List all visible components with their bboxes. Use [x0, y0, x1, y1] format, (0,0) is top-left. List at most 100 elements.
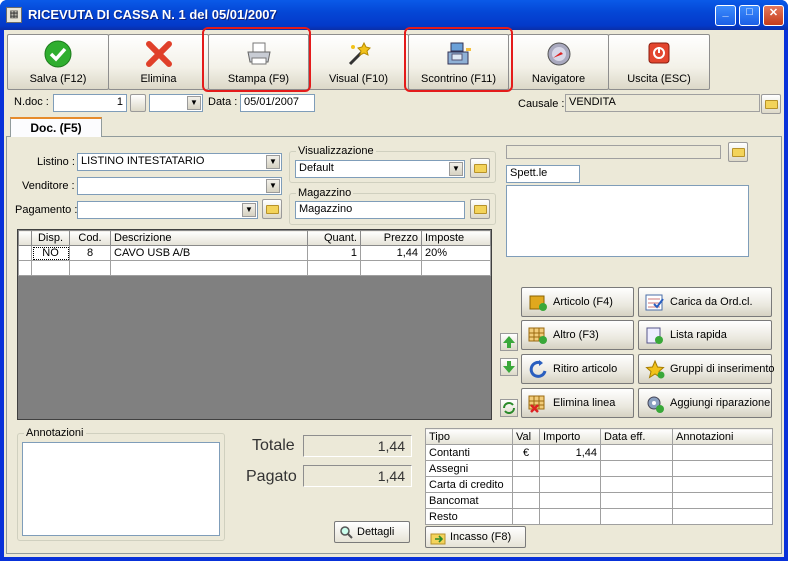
ndoc-input[interactable]: 1 — [53, 94, 127, 112]
add-other-button[interactable]: Altro (F3) — [521, 320, 634, 350]
close-button[interactable]: ✕ — [763, 5, 784, 26]
column-header[interactable]: Descrizione — [110, 230, 308, 246]
save-label: Salva (F12) — [29, 73, 87, 85]
column-header[interactable]: Prezzo — [360, 230, 422, 246]
cell-descrizione[interactable]: CAVO USB A/B — [110, 245, 308, 261]
payment-date[interactable] — [600, 444, 673, 461]
payment-notes[interactable] — [672, 508, 773, 525]
ndoc-series-select[interactable]: ▼ — [149, 94, 203, 112]
payment-date[interactable] — [600, 492, 673, 509]
column-header[interactable]: Data eff. — [600, 428, 673, 445]
incasso-label: Incasso (F8) — [450, 531, 512, 543]
load-order-button[interactable]: Carica da Ord.cl. — [638, 287, 772, 317]
cell-empty[interactable] — [110, 260, 308, 276]
payment-amount[interactable] — [539, 508, 601, 525]
payment-row[interactable]: Carta di credito — [425, 476, 773, 493]
column-header[interactable]: Cod. — [69, 230, 111, 246]
customer-browse-button[interactable] — [728, 142, 748, 162]
cell-empty[interactable] — [360, 260, 422, 276]
visualizzazione-select[interactable]: Default ▼ — [295, 160, 465, 178]
column-header[interactable]: Val — [512, 428, 540, 445]
navigator-button[interactable]: Navigatore — [508, 34, 609, 90]
tab-doc[interactable]: Doc. (F5) — [10, 117, 102, 137]
pagamento-select[interactable]: ▼ — [77, 201, 258, 219]
payment-notes[interactable] — [672, 492, 773, 509]
annotations-textarea[interactable] — [22, 442, 220, 536]
column-header[interactable]: Imposte — [421, 230, 491, 246]
table-row-empty[interactable] — [18, 260, 491, 276]
cell-disp[interactable]: NO — [31, 245, 70, 261]
minimize-button[interactable]: _ — [715, 5, 736, 26]
add-article-button[interactable]: Articolo (F4) — [521, 287, 634, 317]
customer-address-textarea[interactable] — [506, 185, 749, 257]
payment-row[interactable]: Assegni — [425, 460, 773, 477]
payment-currency[interactable]: € — [512, 444, 540, 461]
cell-empty[interactable] — [307, 260, 361, 276]
items-grid[interactable]: Disp. Cod. Descrizione Quant. Prezzo Imp… — [17, 229, 492, 420]
payment-date[interactable] — [600, 476, 673, 493]
return-article-button[interactable]: Ritiro articolo — [521, 354, 634, 384]
exit-button[interactable]: Uscita (ESC) — [608, 34, 710, 90]
payment-currency[interactable] — [512, 476, 540, 493]
maximize-button[interactable]: □ — [739, 5, 760, 26]
payment-notes[interactable] — [672, 444, 773, 461]
cell-prezzo[interactable]: 1,44 — [360, 245, 422, 261]
column-header[interactable]: Annotazioni — [672, 428, 773, 445]
delete-label: Elimina — [140, 73, 177, 85]
payment-date[interactable] — [600, 460, 673, 477]
cell-empty[interactable] — [69, 260, 111, 276]
move-up-button[interactable] — [500, 333, 518, 351]
delete-line-button[interactable]: Elimina linea — [521, 388, 634, 418]
payment-notes[interactable] — [672, 476, 773, 493]
payment-amount[interactable] — [539, 476, 601, 493]
delete-button[interactable]: Elimina — [108, 34, 209, 90]
insert-groups-button[interactable]: Gruppi di inserimento — [638, 354, 775, 384]
payment-amount[interactable] — [539, 492, 601, 509]
payment-row[interactable]: Bancomat — [425, 492, 773, 509]
magazzino-browse-button[interactable] — [470, 199, 490, 219]
pagamento-browse-button[interactable] — [262, 199, 282, 219]
column-header[interactable]: Quant. — [307, 230, 361, 246]
causale-browse-button[interactable] — [761, 94, 781, 114]
payment-amount[interactable]: 1,44 — [539, 444, 601, 461]
venditore-select[interactable]: ▼ — [77, 177, 282, 195]
exit-label: Uscita (ESC) — [627, 73, 691, 85]
cell-quant[interactable]: 1 — [307, 245, 361, 261]
save-button[interactable]: Salva (F12) — [7, 34, 109, 90]
incasso-button[interactable]: Incasso (F8) — [425, 526, 526, 548]
customer-title-input[interactable]: Spett.le — [506, 165, 580, 183]
quick-list-button[interactable]: Lista rapida — [638, 320, 772, 350]
add-repair-button[interactable]: Aggiungi riparazione — [638, 388, 772, 418]
payments-table[interactable]: Tipo Val Importo Data eff. Annotazioni C… — [425, 428, 773, 525]
ndoc-lookup-button[interactable] — [130, 94, 146, 112]
cell-imposte[interactable]: 20% — [421, 245, 491, 261]
date-input[interactable]: 05/01/2007 — [240, 94, 315, 112]
payment-row[interactable]: Resto — [425, 508, 773, 525]
refresh-button[interactable] — [500, 399, 518, 417]
customer-name-input[interactable] — [506, 145, 721, 159]
details-button[interactable]: Dettagli — [334, 521, 410, 543]
payment-currency[interactable] — [512, 460, 540, 477]
column-header[interactable]: Tipo — [425, 428, 513, 445]
chevron-down-icon: ▼ — [187, 96, 201, 110]
magazzino-input[interactable]: Magazzino — [295, 201, 465, 219]
title-bar[interactable]: ▦ RICEVUTA DI CASSA N. 1 del 05/01/2007 … — [0, 0, 788, 30]
payment-type: Resto — [425, 508, 513, 525]
payment-row[interactable]: Contanti €1,44 — [425, 444, 773, 461]
table-row[interactable]: NO 8 CAVO USB A/B 1 1,44 20% — [18, 245, 491, 261]
listino-select[interactable]: LISTINO INTESTATARIO ▼ — [77, 153, 282, 171]
payment-date[interactable] — [600, 508, 673, 525]
visualizzazione-browse-button[interactable] — [470, 158, 490, 178]
payment-currency[interactable] — [512, 492, 540, 509]
payment-currency[interactable] — [512, 508, 540, 525]
payment-notes[interactable] — [672, 460, 773, 477]
cell-empty[interactable] — [421, 260, 491, 276]
column-header[interactable]: Disp. — [31, 230, 70, 246]
cell-cod[interactable]: 8 — [69, 245, 111, 261]
payment-amount[interactable] — [539, 460, 601, 477]
causale-input[interactable]: VENDITA — [565, 94, 760, 112]
move-down-button[interactable] — [500, 358, 518, 376]
visual-button[interactable]: Visual (F10) — [308, 34, 409, 90]
cell-empty[interactable] — [31, 260, 70, 276]
column-header[interactable]: Importo — [539, 428, 601, 445]
